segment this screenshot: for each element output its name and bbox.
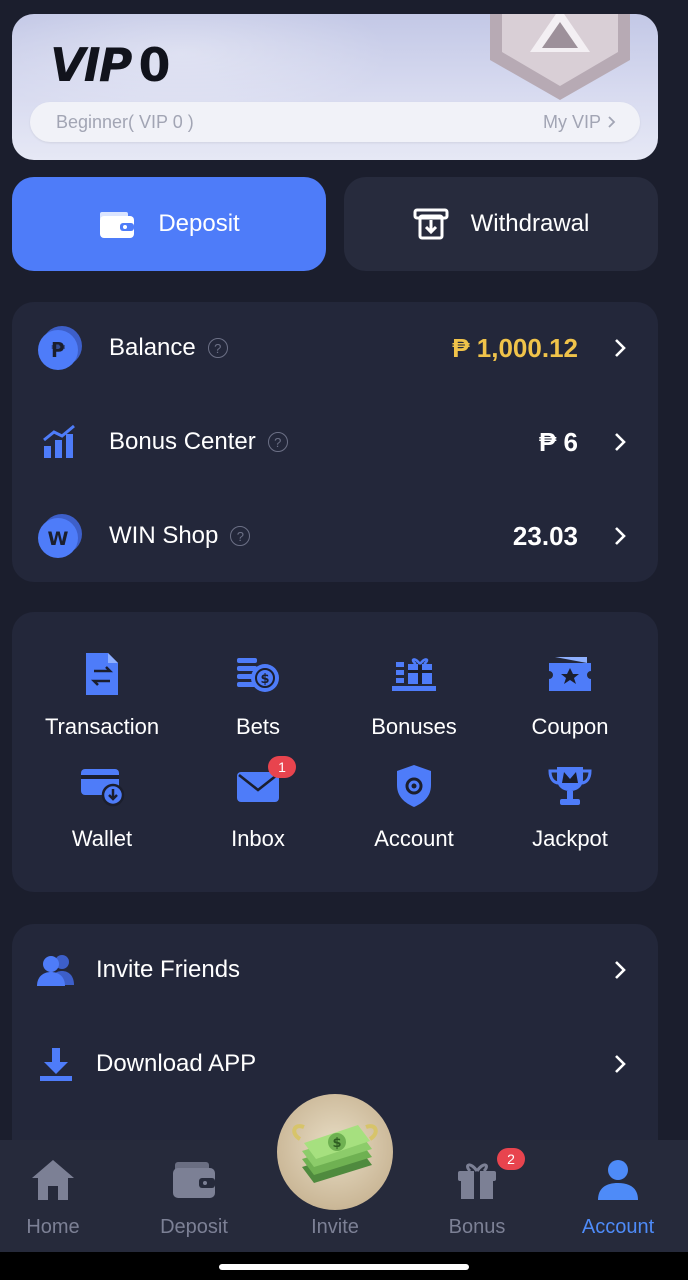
users-icon bbox=[36, 950, 76, 990]
bonuses-label: Bonuses bbox=[371, 714, 457, 739]
account-shield-icon bbox=[388, 760, 440, 812]
help-icon[interactable]: ? bbox=[230, 526, 251, 546]
chevron-right-icon bbox=[615, 527, 626, 545]
chevron-right-icon bbox=[615, 1055, 626, 1073]
nav-invite-label: Invite bbox=[311, 1216, 359, 1238]
bonuses-gift-icon bbox=[388, 648, 440, 700]
inbox-mail-icon: 1 bbox=[232, 756, 296, 812]
home-indicator bbox=[0, 1252, 688, 1280]
nav-invite[interactable]: Invite bbox=[275, 1154, 395, 1250]
vip-level: 0 bbox=[138, 38, 171, 92]
home-indicator-pill[interactable] bbox=[219, 1264, 469, 1270]
bets-coins-icon: $ bbox=[232, 648, 284, 700]
invite-friends-row[interactable]: Invite Friends bbox=[12, 940, 658, 1000]
user-icon bbox=[592, 1154, 644, 1206]
jackpot-label: Jackpot bbox=[532, 826, 608, 851]
bottom-nav: Home Deposit $ Invite 2 Bonus Account bbox=[0, 1094, 688, 1252]
gift-icon: 2 bbox=[451, 1148, 525, 1206]
vip-badge-icon bbox=[490, 14, 630, 100]
svg-text:$: $ bbox=[260, 672, 269, 687]
win-shop-row[interactable]: W WIN Shop ? 23.03 bbox=[12, 506, 658, 566]
coupon-tile[interactable]: Coupon bbox=[490, 648, 650, 758]
balances-panel: ₱ Balance ? ₱ 1,000.12 Bonus Center ? ₱ … bbox=[12, 302, 658, 582]
vip-progress-bar[interactable]: Beginner( VIP 0 ) My VIP bbox=[30, 102, 640, 142]
chevron-right-icon bbox=[608, 116, 616, 128]
w-coin-icon: W bbox=[36, 512, 84, 560]
bonus-center-label: Bonus Center bbox=[109, 428, 256, 455]
nav-bonus-label: Bonus bbox=[448, 1216, 506, 1238]
inbox-label: Inbox bbox=[231, 826, 285, 851]
wallet-icon bbox=[168, 1154, 220, 1206]
transaction-receipt-icon bbox=[76, 648, 128, 700]
vip-status-text: Beginner( VIP 0 ) bbox=[56, 111, 194, 132]
help-icon[interactable]: ? bbox=[207, 338, 228, 358]
chevron-right-icon bbox=[615, 339, 626, 357]
svg-text:W: W bbox=[48, 528, 69, 550]
invite-friends-label: Invite Friends bbox=[96, 956, 241, 983]
chevron-right-icon bbox=[615, 433, 626, 451]
bonus-center-value: ₱ 6 bbox=[538, 426, 578, 457]
withdrawal-button[interactable]: Withdrawal bbox=[344, 177, 658, 271]
deposit-label: Deposit bbox=[158, 210, 240, 237]
inbox-tile[interactable]: 1 Inbox bbox=[178, 756, 338, 870]
jackpot-trophy-icon bbox=[544, 760, 596, 812]
vip-title: VIP 0 bbox=[50, 38, 170, 92]
bar-chart-icon bbox=[36, 418, 84, 466]
coupon-ticket-icon bbox=[544, 648, 596, 700]
vip-card: VIP 0 Beginner( VIP 0 ) My VIP bbox=[12, 14, 658, 160]
download-app-row[interactable]: Download APP bbox=[12, 1034, 658, 1094]
nav-home[interactable]: Home bbox=[0, 1154, 113, 1250]
withdraw-icon bbox=[413, 208, 449, 240]
inbox-badge: 1 bbox=[268, 756, 296, 778]
nav-invite-spacer bbox=[309, 1154, 361, 1206]
balance-row[interactable]: ₱ Balance ? ₱ 1,000.12 bbox=[12, 318, 658, 378]
nav-home-label: Home bbox=[26, 1216, 80, 1238]
svg-text:₱: ₱ bbox=[51, 338, 65, 362]
win-shop-value: 23.03 bbox=[512, 520, 578, 551]
balance-value: ₱ 1,000.12 bbox=[452, 332, 578, 363]
withdrawal-label: Withdrawal bbox=[470, 210, 590, 237]
coupon-label: Coupon bbox=[531, 714, 609, 739]
account-label: Account bbox=[374, 826, 454, 851]
help-icon[interactable]: ? bbox=[267, 432, 288, 452]
nav-deposit[interactable]: Deposit bbox=[134, 1154, 254, 1250]
my-vip-link[interactable]: My VIP bbox=[543, 112, 616, 133]
nav-deposit-label: Deposit bbox=[160, 1216, 228, 1238]
chevron-right-icon bbox=[615, 961, 626, 979]
transaction-tile[interactable]: Transaction bbox=[22, 648, 182, 758]
download-icon bbox=[36, 1044, 76, 1084]
nav-bonus[interactable]: 2 Bonus bbox=[417, 1148, 537, 1250]
my-vip-label: My VIP bbox=[542, 111, 601, 132]
deposit-button[interactable]: Deposit bbox=[12, 177, 326, 271]
wallet-label: Wallet bbox=[71, 826, 133, 851]
win-shop-label: WIN Shop bbox=[109, 522, 219, 549]
wallet-tile[interactable]: Wallet bbox=[22, 760, 182, 870]
transaction-label: Transaction bbox=[44, 714, 160, 739]
balance-label: Balance bbox=[109, 334, 196, 361]
account-tile[interactable]: Account bbox=[334, 760, 494, 870]
jackpot-tile[interactable]: Jackpot bbox=[490, 760, 650, 870]
svg-text:$: $ bbox=[332, 1136, 341, 1151]
download-app-label: Download APP bbox=[96, 1050, 257, 1077]
bonuses-tile[interactable]: Bonuses bbox=[334, 648, 494, 758]
nav-account[interactable]: Account bbox=[558, 1154, 678, 1250]
wallet-icon bbox=[100, 212, 135, 238]
bets-label: Bets bbox=[235, 714, 281, 739]
wallet-icon bbox=[76, 760, 128, 812]
bonus-center-row[interactable]: Bonus Center ? ₱ 6 bbox=[12, 412, 658, 472]
nav-account-label: Account bbox=[581, 1216, 655, 1238]
bets-tile[interactable]: $ Bets bbox=[178, 648, 338, 758]
vip-label: VIP bbox=[50, 38, 132, 92]
bonus-badge: 2 bbox=[497, 1148, 525, 1170]
peso-coin-icon: ₱ bbox=[36, 324, 84, 372]
shortcuts-panel: Transaction $ Bets Bonuses Coupon Wallet… bbox=[12, 612, 658, 892]
home-icon bbox=[27, 1154, 79, 1206]
